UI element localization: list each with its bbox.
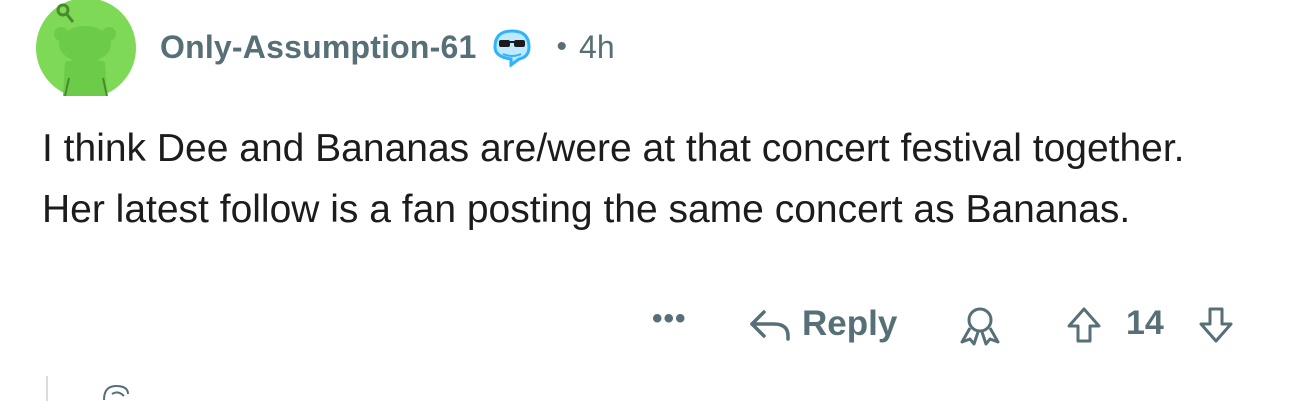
comment-timestamp: 4h (579, 28, 615, 65)
reply-arrow-icon (750, 310, 790, 341)
vote-score: 14 (1126, 304, 1164, 342)
username-link[interactable]: Only-Assumption-61 (160, 29, 477, 66)
comment-body: I think Dee and Bananas are/were at that… (42, 127, 1185, 231)
snoo-avatar-icon[interactable] (35, 0, 137, 96)
more-options-button[interactable]: ••• (652, 302, 687, 336)
meta-separator: • (556, 30, 568, 63)
award-icon[interactable] (958, 306, 1002, 346)
comment: Only-Assumption-61 • 4h I think Dee and … (0, 0, 1290, 401)
child-snoo-avatar-icon (103, 384, 129, 401)
sunglasses-flair-icon (493, 29, 531, 67)
reply-button[interactable]: Reply (748, 300, 897, 348)
thread-line[interactable] (46, 376, 48, 401)
downvote-arrow-icon[interactable] (1198, 306, 1234, 344)
comment-header: Only-Assumption-61 • 4h (160, 24, 615, 70)
reply-label: Reply (802, 304, 898, 343)
upvote-arrow-icon[interactable] (1066, 306, 1102, 344)
comment-actions: ••• Reply 14 (0, 300, 1290, 350)
